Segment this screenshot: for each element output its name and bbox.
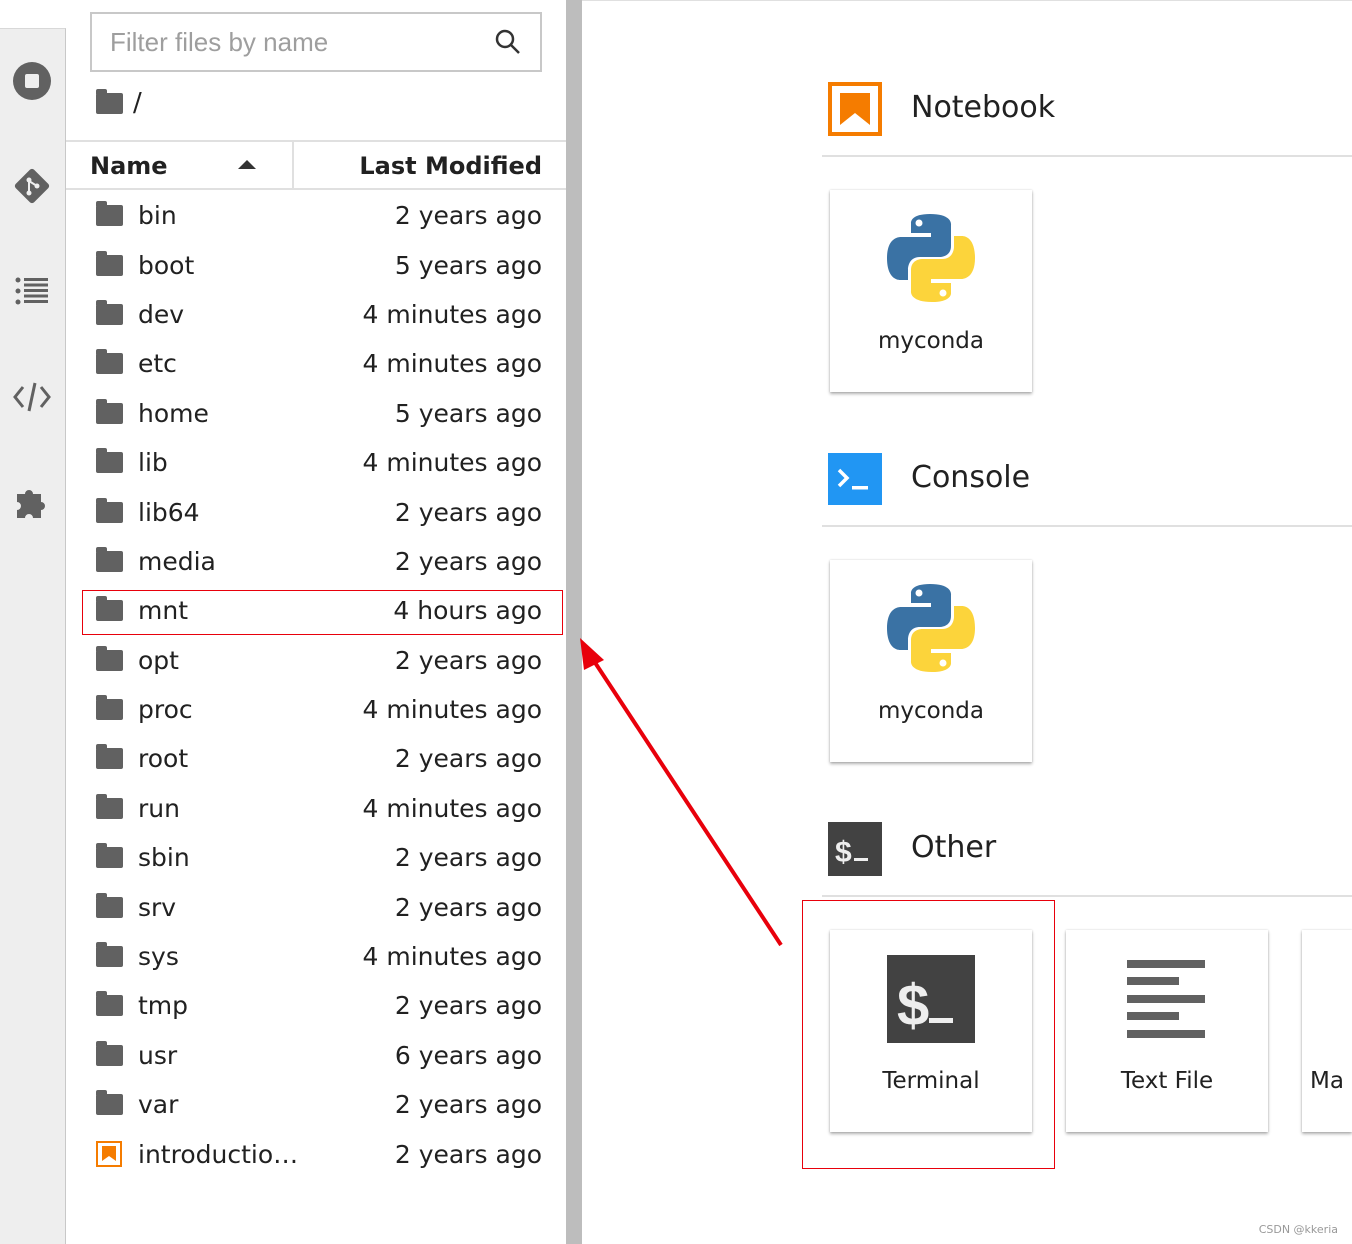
annotation-arrow bbox=[580, 638, 783, 947]
watermark: CSDN @kkeria bbox=[1258, 1223, 1338, 1236]
